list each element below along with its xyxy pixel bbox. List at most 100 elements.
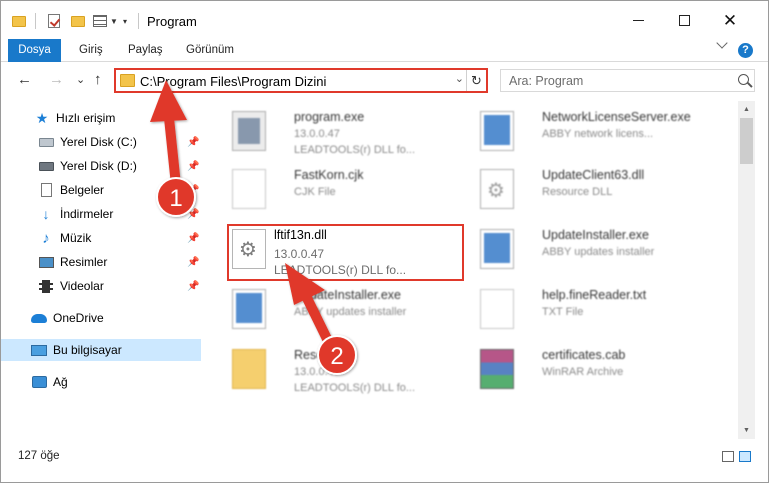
close-icon: ✕ — [722, 10, 738, 30]
tab-file[interactable]: Dosya — [8, 39, 61, 62]
expand-ribbon-button[interactable] — [716, 37, 728, 49]
pin-icon[interactable]: 📌 — [187, 233, 199, 244]
pin-icon[interactable]: 📌 — [187, 185, 199, 196]
folder-icon — [120, 74, 135, 87]
file-name: FastKorn.cjk — [294, 168, 364, 182]
file-item[interactable]: UpdateInstaller.exe ABBY updates install… — [474, 225, 714, 281]
onedrive-icon — [31, 311, 47, 325]
sidebar-item-label: Bu bilgisayar — [53, 343, 122, 357]
file-description: ABBY network licens... — [542, 128, 654, 140]
close-button[interactable]: ✕ — [707, 1, 753, 39]
chevron-down-icon[interactable]: ▼ — [110, 12, 118, 30]
maximize-button[interactable] — [661, 1, 707, 39]
chevron-down-icon[interactable]: ⌄ — [455, 72, 464, 85]
scroll-down-icon[interactable]: ▼ — [738, 422, 755, 439]
pin-icon[interactable]: 📌 — [187, 137, 199, 148]
customize-quick-access-icon[interactable]: ▾ — [123, 12, 127, 30]
pin-icon[interactable]: 📌 — [187, 281, 199, 292]
title-separator — [138, 12, 139, 30]
scroll-up-icon[interactable]: ▲ — [738, 101, 755, 118]
refresh-icon: ↻ — [471, 72, 482, 88]
search-box[interactable] — [500, 69, 755, 92]
title-bar: ▼ ▾ Program ✕ — [1, 1, 768, 39]
sidebar-item-label: OneDrive — [53, 311, 104, 325]
sidebar-item-label: İndirmeler — [60, 207, 114, 221]
tab-share[interactable]: Paylaş — [128, 39, 163, 62]
folder-icon — [232, 349, 266, 389]
sidebar-item-local-disk-d[interactable]: Yerel Disk (D:) 📌 — [1, 155, 201, 177]
back-button[interactable]: ← — [17, 71, 32, 88]
file-description: LEADTOOLS(r) DLL fo... — [294, 144, 416, 156]
file-version: 13.0.0.47 — [294, 128, 340, 140]
maximize-icon — [678, 14, 690, 26]
file-description: ABBY updates installer — [294, 306, 407, 318]
new-folder-icon[interactable] — [71, 12, 85, 30]
sidebar-item-onedrive[interactable]: OneDrive — [1, 307, 201, 329]
navigation-bar: ← → ⌄ ↑ C:\Program Files\Program Dizini … — [1, 63, 768, 97]
search-input[interactable] — [501, 70, 731, 91]
tab-home[interactable]: Giriş — [79, 39, 103, 62]
file-item[interactable]: program.exe 13.0.0.47 LEADTOOLS(r) DLL f… — [226, 107, 466, 163]
recent-locations-button[interactable]: ⌄ — [76, 73, 85, 86]
blank-file-icon — [232, 169, 266, 209]
sidebar-item-this-pc[interactable]: Bu bilgisayar — [1, 339, 201, 361]
help-button[interactable]: ? — [738, 43, 753, 58]
vertical-scrollbar[interactable]: ▲ ▼ — [738, 101, 755, 439]
file-type: Resource DLL — [542, 186, 613, 198]
up-button[interactable]: ↑ — [94, 71, 102, 88]
blank-file-icon — [480, 289, 514, 329]
music-icon: ♪ — [42, 229, 50, 247]
file-type: CJK File — [294, 186, 336, 198]
file-name: certificates.cab — [542, 348, 626, 362]
forward-button[interactable]: → — [49, 71, 64, 88]
this-pc-icon — [31, 343, 47, 357]
item-count: 127 öğe — [18, 450, 60, 462]
details-view-icon[interactable] — [722, 451, 734, 462]
pin-icon[interactable]: 📌 — [187, 257, 199, 268]
file-highlight-box — [227, 224, 464, 281]
search-icon[interactable] — [738, 74, 749, 85]
file-name: UpdateInstaller.exe — [294, 288, 402, 302]
sidebar-item-local-disk-c[interactable]: Yerel Disk (C:) 📌 — [1, 131, 201, 153]
exe-icon — [232, 111, 266, 151]
file-type: WinRAR Archive — [542, 366, 624, 378]
sidebar-item-network[interactable]: Ağ — [1, 371, 201, 393]
file-item[interactable]: certificates.cab WinRAR Archive — [474, 345, 714, 401]
file-item[interactable]: UpdateClient63.dll Resource DLL — [474, 165, 714, 221]
tiles-view-icon[interactable] — [739, 451, 751, 462]
minimize-button[interactable] — [615, 1, 661, 39]
view-icon[interactable] — [93, 12, 107, 30]
file-item[interactable]: NetworkLicenseServer.exe ABBY network li… — [474, 107, 714, 163]
file-name: UpdateClient63.dll — [542, 168, 645, 182]
sidebar-item-videos[interactable]: Videolar 📌 — [1, 275, 201, 297]
refresh-button[interactable]: ↻ — [466, 70, 486, 91]
sidebar-item-label: Yerel Disk (D:) — [60, 159, 137, 173]
sidebar-item-downloads[interactable]: ↓ İndirmeler 📌 — [1, 203, 201, 225]
videos-icon — [38, 279, 54, 293]
scroll-thumb[interactable] — [740, 118, 753, 164]
file-item[interactable]: UpdateInstaller.exe ABBY updates install… — [226, 285, 466, 341]
chevron-down-icon — [716, 37, 728, 49]
address-bar[interactable]: C:\Program Files\Program Dizini ⌄ ↻ — [114, 68, 488, 93]
help-icon: ? — [738, 43, 753, 58]
minimize-icon — [632, 19, 644, 21]
sidebar-item-quick-access[interactable]: ★ Hızlı erişim — [1, 107, 201, 129]
pictures-icon — [38, 255, 54, 269]
file-item[interactable]: help.fineReader.txt TXT File — [474, 285, 714, 341]
file-description: ABBY updates installer — [542, 246, 655, 258]
tab-view[interactable]: Görünüm — [186, 39, 234, 62]
properties-icon[interactable] — [48, 12, 60, 30]
file-item[interactable]: FastKorn.cjk CJK File — [226, 165, 466, 221]
pin-icon[interactable]: 📌 — [187, 209, 199, 220]
pin-icon[interactable]: 📌 — [187, 161, 199, 172]
navigation-pane: ★ Hızlı erişim Yerel Disk (C:) 📌 Yerel D… — [1, 101, 204, 439]
sidebar-item-documents[interactable]: Belgeler 📌 — [1, 179, 201, 201]
star-icon: ★ — [35, 109, 49, 126]
file-name: help.fineReader.txt — [542, 288, 647, 302]
address-path[interactable]: C:\Program Files\Program Dizini — [140, 74, 326, 89]
sidebar-item-label: Resimler — [60, 255, 108, 269]
sidebar-item-music[interactable]: ♪ Müzik 📌 — [1, 227, 201, 249]
sidebar-item-pictures[interactable]: Resimler 📌 — [1, 251, 201, 273]
file-name: NetworkLicenseServer.exe — [542, 110, 691, 124]
file-item[interactable]: Resources 13.0.0.47 LEADTOOLS(r) DLL fo.… — [226, 345, 466, 401]
